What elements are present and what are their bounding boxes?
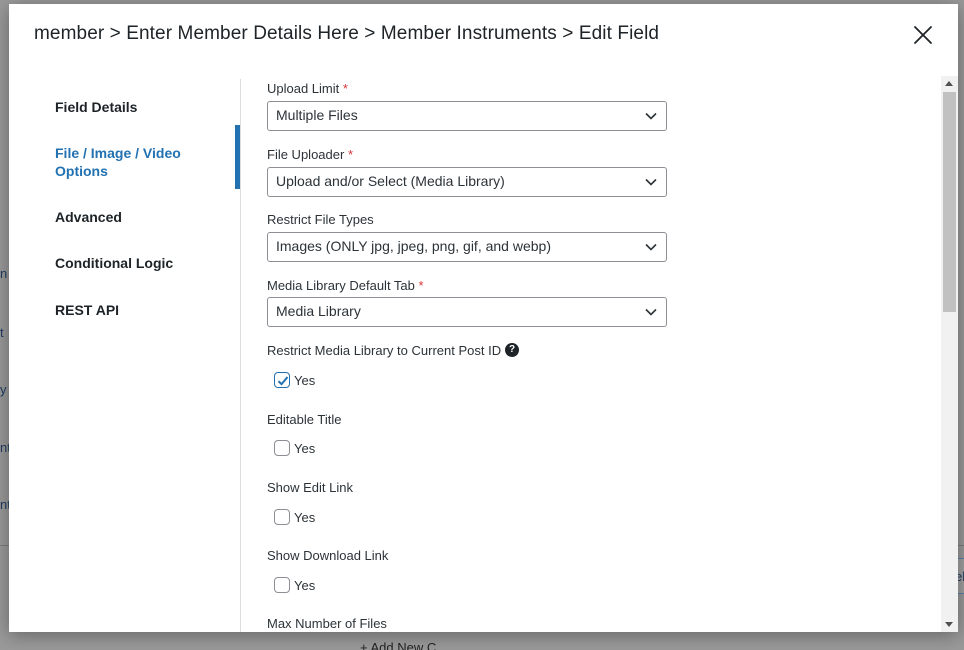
max-number-of-files-label: Max Number of Files: [267, 616, 387, 631]
restrict-media-library-checkbox[interactable]: [274, 372, 290, 388]
upload-limit-select[interactable]: Multiple Files: [267, 101, 667, 131]
restrict-file-types-select[interactable]: Images (ONLY jpg, jpeg, png, gif, and we…: [267, 232, 667, 262]
required-marker: *: [342, 81, 348, 96]
show-edit-link-label: Show Edit Link: [267, 480, 353, 495]
editable-title-option[interactable]: Yes: [294, 441, 315, 456]
upload-limit-value: Multiple Files: [276, 107, 358, 123]
settings-sidebar: Field Details File / Image / Video Optio…: [9, 79, 241, 632]
media-library-default-tab-value: Media Library: [276, 303, 361, 319]
media-library-default-tab-label-text: Media Library Default Tab: [267, 278, 415, 293]
tab-rest-api[interactable]: REST API: [55, 301, 119, 319]
background-text-fragment: t: [0, 325, 4, 340]
active-tab-indicator: [235, 125, 240, 189]
close-button[interactable]: [912, 24, 934, 46]
scrollbar-thumb[interactable]: [943, 92, 956, 312]
background-add-new-link: + Add New C: [360, 640, 437, 650]
show-download-link-option[interactable]: Yes: [294, 578, 315, 593]
modal-title: member > Enter Member Details Here > Mem…: [34, 23, 660, 44]
file-uploader-label-text: File Uploader: [267, 147, 345, 162]
chevron-down-icon: [645, 112, 657, 120]
chevron-down-icon: [645, 243, 657, 251]
tab-conditional-logic[interactable]: Conditional Logic: [55, 254, 173, 272]
media-library-default-tab-label: Media Library Default Tab *: [267, 278, 424, 293]
tab-file-image-video-options[interactable]: File / Image / Video Options: [55, 144, 215, 180]
background-text-fragment: n: [0, 266, 8, 281]
settings-content: Upload Limit * Multiple Files File Uploa…: [267, 79, 927, 632]
restrict-file-types-value: Images (ONLY jpg, jpeg, png, gif, and we…: [276, 238, 551, 254]
scroll-down-arrow-icon[interactable]: [945, 622, 953, 627]
show-edit-link-checkbox[interactable]: [274, 509, 290, 525]
file-uploader-value: Upload and/or Select (Media Library): [276, 173, 505, 189]
tab-field-details[interactable]: Field Details: [55, 98, 137, 116]
help-icon[interactable]: ?: [505, 343, 519, 357]
modal-header: member > Enter Member Details Here > Mem…: [9, 4, 958, 66]
file-uploader-select[interactable]: Upload and/or Select (Media Library): [267, 167, 667, 197]
restrict-media-library-label: Restrict Media Library to Current Post I…: [267, 343, 502, 358]
background-text-fragment: y: [0, 382, 7, 397]
chevron-down-icon: [645, 308, 657, 316]
show-download-link-checkbox[interactable]: [274, 577, 290, 593]
file-uploader-label: File Uploader *: [267, 147, 353, 162]
close-icon: [914, 26, 932, 44]
chevron-down-icon: [645, 178, 657, 186]
media-library-default-tab-select[interactable]: Media Library: [267, 297, 667, 327]
content-scrollbar[interactable]: [941, 76, 958, 632]
checkmark-icon: [277, 376, 289, 386]
scroll-up-arrow-icon[interactable]: [945, 81, 953, 86]
edit-field-modal: member > Enter Member Details Here > Mem…: [9, 4, 958, 632]
upload-limit-label-text: Upload Limit: [267, 81, 340, 96]
show-edit-link-option[interactable]: Yes: [294, 510, 315, 525]
required-marker: *: [418, 278, 424, 293]
restrict-file-types-label: Restrict File Types: [267, 212, 374, 227]
required-marker: *: [347, 147, 354, 162]
editable-title-label: Editable Title: [267, 412, 342, 427]
upload-limit-label: Upload Limit *: [267, 81, 348, 96]
editable-title-checkbox[interactable]: [274, 440, 290, 456]
restrict-media-library-option[interactable]: Yes: [294, 373, 315, 388]
show-download-link-label: Show Download Link: [267, 548, 389, 563]
tab-advanced[interactable]: Advanced: [55, 208, 122, 226]
